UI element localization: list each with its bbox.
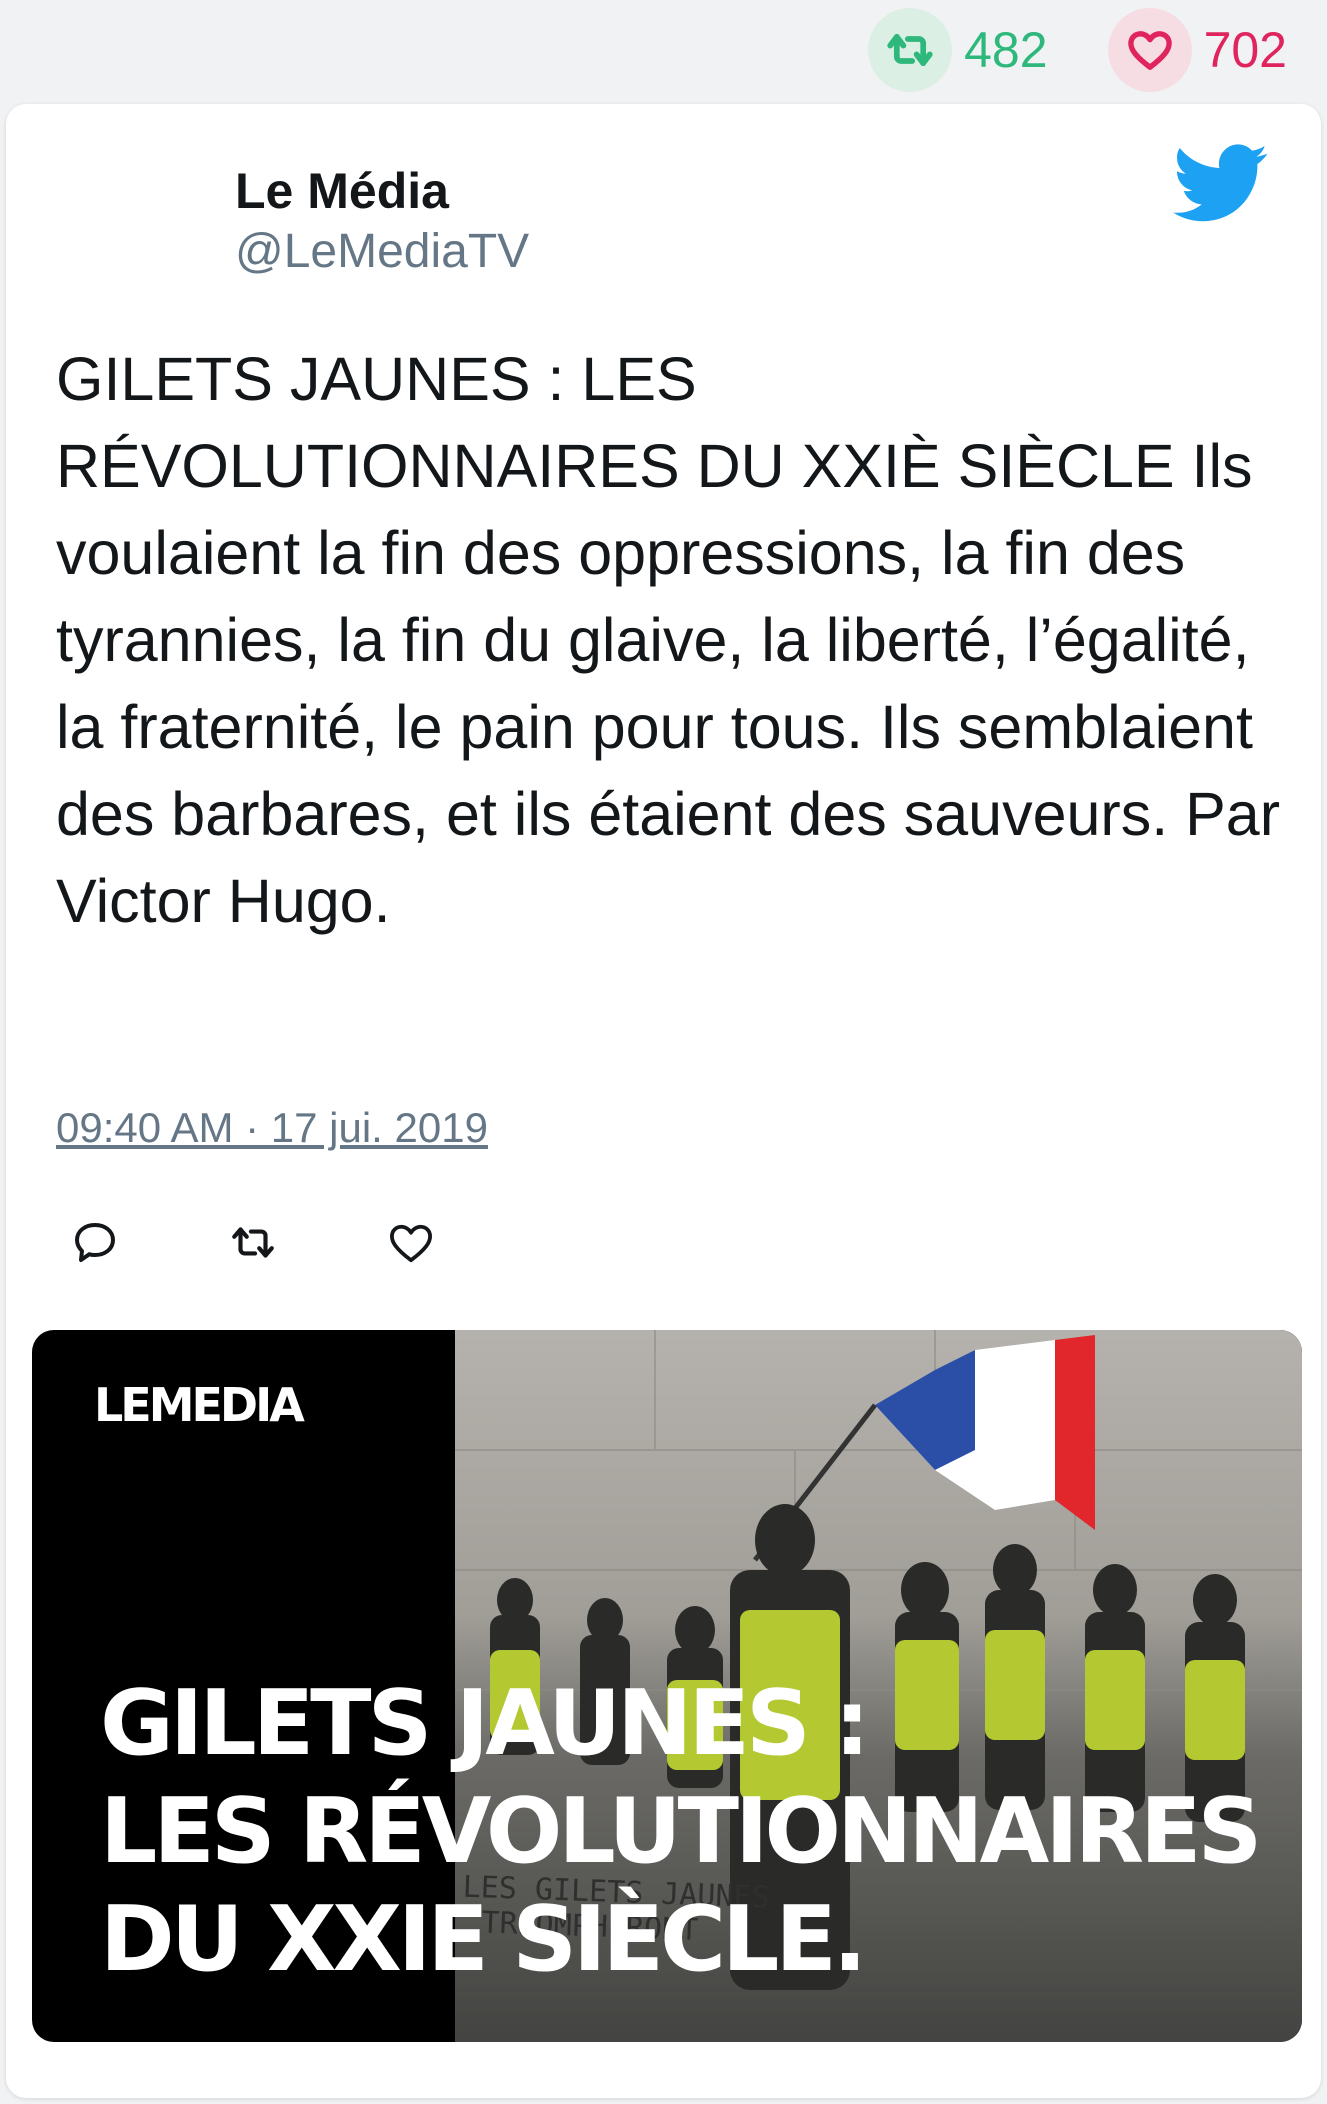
like-count: 702	[1203, 22, 1287, 78]
author-handle[interactable]: @LeMediaTV	[235, 224, 529, 279]
media-headline: GILETS JAUNES : LES RÉVOLUTIONNAIRES DU …	[100, 1670, 1280, 1994]
like-icon[interactable]	[386, 1218, 436, 1268]
tweet-actions	[70, 1218, 436, 1268]
twitter-bird-icon[interactable]	[1173, 142, 1269, 226]
like-stat[interactable]: 702	[1107, 8, 1287, 92]
tweet-media-image[interactable]: LES GILETS JAUNES TRIOMPHERONT LEMEDIA G…	[32, 1330, 1302, 2042]
tweet-timestamp[interactable]: 09:40 AM · 17 jui. 2019	[56, 1104, 488, 1152]
retweet-count: 482	[964, 22, 1048, 78]
tweet-text: GILETS JAUNES : LES RÉVOLUTIONNAIRES DU …	[56, 345, 1281, 935]
retweet-icon[interactable]	[868, 8, 953, 92]
media-headline-line-3: DU XXIE SIÈCLE.	[100, 1887, 867, 1992]
media-headline-line-1: GILETS JAUNES :	[100, 1671, 870, 1776]
retweet-icon[interactable]	[228, 1218, 278, 1268]
tweet-stats: 482 702	[868, 0, 1287, 100]
author-name[interactable]: Le Média	[235, 162, 449, 220]
retweet-stat[interactable]: 482	[868, 8, 1048, 92]
tweet-card: Le Média @LeMediaTV GILETS JAUNES : LES …	[6, 104, 1321, 2098]
heart-icon[interactable]	[1107, 8, 1192, 92]
le-media-logo: LEMEDIA	[94, 1378, 305, 1432]
reply-icon[interactable]	[70, 1218, 120, 1268]
media-headline-line-2: LES RÉVOLUTIONNAIRES	[100, 1779, 1262, 1884]
